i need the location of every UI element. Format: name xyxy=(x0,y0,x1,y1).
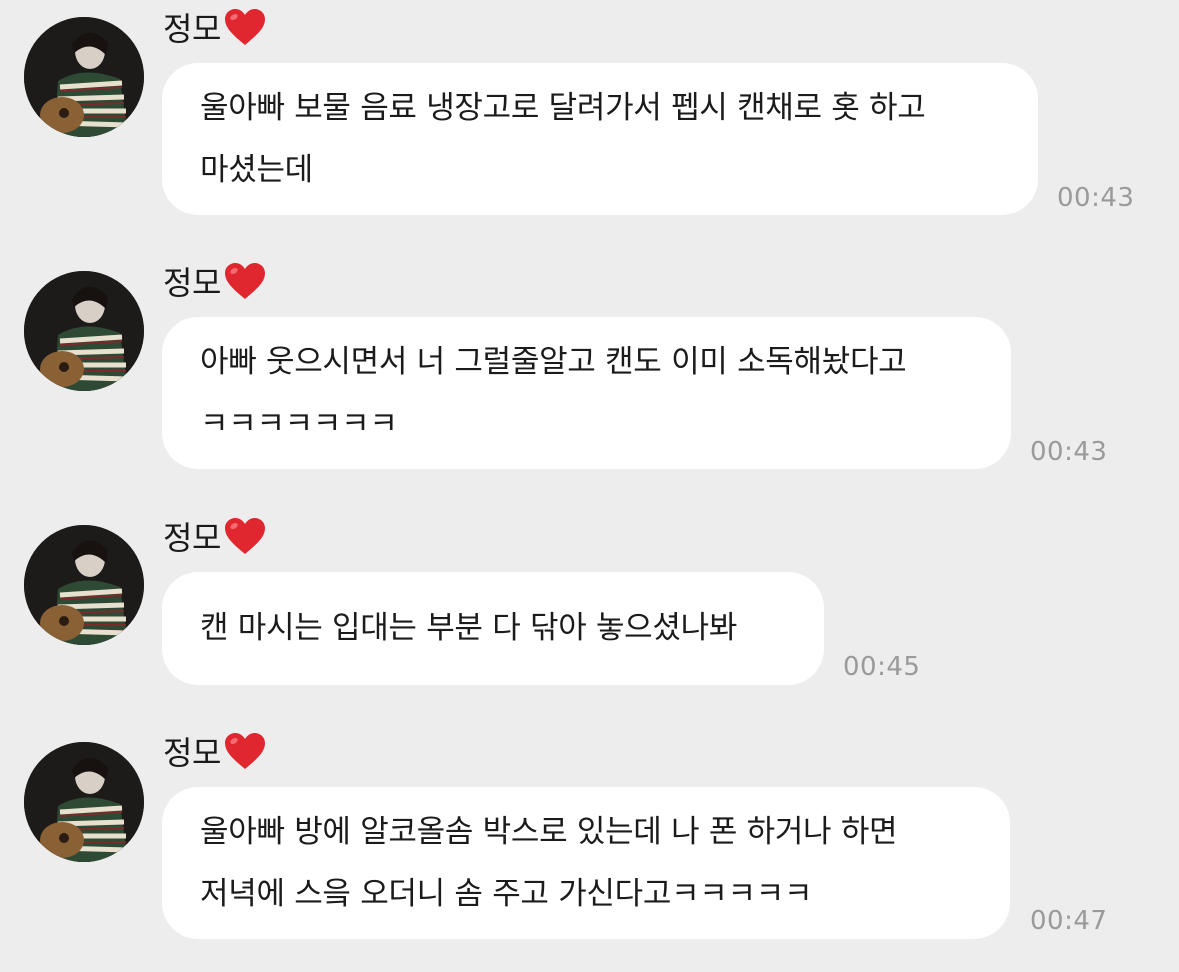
sender-name: 정모 xyxy=(163,729,267,773)
sender-name: 정모 xyxy=(163,259,267,303)
sender-label: 정모 xyxy=(163,734,221,772)
avatar[interactable] xyxy=(24,742,144,862)
message-text: 아빠 웃으시면서 너 그럴줄알고 캔도 이미 소독해놨다고 xyxy=(200,344,907,380)
avatar[interactable] xyxy=(24,271,144,391)
message-text: 울아빠 보물 음료 냉장고로 달려가서 펩시 캔채로 홋 하고 xyxy=(200,90,926,126)
message-text: ㅋㅋㅋㅋㅋㅋㅋ xyxy=(200,406,398,442)
red-heart-icon xyxy=(224,9,265,45)
sender-label: 정모 xyxy=(163,264,221,302)
message-timestamp: 00:45 xyxy=(843,652,921,682)
message-text: 캔 마시는 입대는 부분 다 닦아 놓으셨나봐 xyxy=(200,610,738,646)
avatar-photo xyxy=(24,525,144,645)
sender-label: 정모 xyxy=(163,519,221,557)
message-bubble[interactable]: 캔 마시는 입대는 부분 다 닦아 놓으셨나봐 xyxy=(162,572,824,685)
message-timestamp: 00:43 xyxy=(1030,437,1108,467)
sender-name: 정모 xyxy=(163,514,267,558)
avatar-photo xyxy=(24,271,144,391)
message-timestamp: 00:43 xyxy=(1057,183,1135,213)
avatar-photo xyxy=(24,742,144,862)
message-bubble[interactable]: 울아빠 방에 알코올솜 박스로 있는데 나 폰 하거나 하면 저녁에 스읔 오더… xyxy=(162,787,1010,939)
avatar[interactable] xyxy=(24,525,144,645)
message-text: 마셨는데 xyxy=(200,152,313,188)
red-heart-icon xyxy=(224,263,265,299)
red-heart-icon xyxy=(224,518,265,554)
message-text: 울아빠 방에 알코올솜 박스로 있는데 나 폰 하거나 하면 xyxy=(200,814,898,850)
message-bubble[interactable]: 아빠 웃으시면서 너 그럴줄알고 캔도 이미 소독해놨다고 ㅋㅋㅋㅋㅋㅋㅋ xyxy=(162,317,1011,469)
sender-name: 정모 xyxy=(163,5,267,49)
sender-label: 정모 xyxy=(163,10,221,48)
red-heart-icon xyxy=(224,733,265,769)
message-text: 저녁에 스읔 오더니 솜 주고 가신다고ㅋㅋㅋㅋㅋ xyxy=(200,876,813,912)
avatar-photo xyxy=(24,17,144,137)
message-bubble[interactable]: 울아빠 보물 음료 냉장고로 달려가서 펩시 캔채로 홋 하고 마셨는데 xyxy=(162,63,1038,215)
message-timestamp: 00:47 xyxy=(1030,906,1108,936)
avatar[interactable] xyxy=(24,17,144,137)
